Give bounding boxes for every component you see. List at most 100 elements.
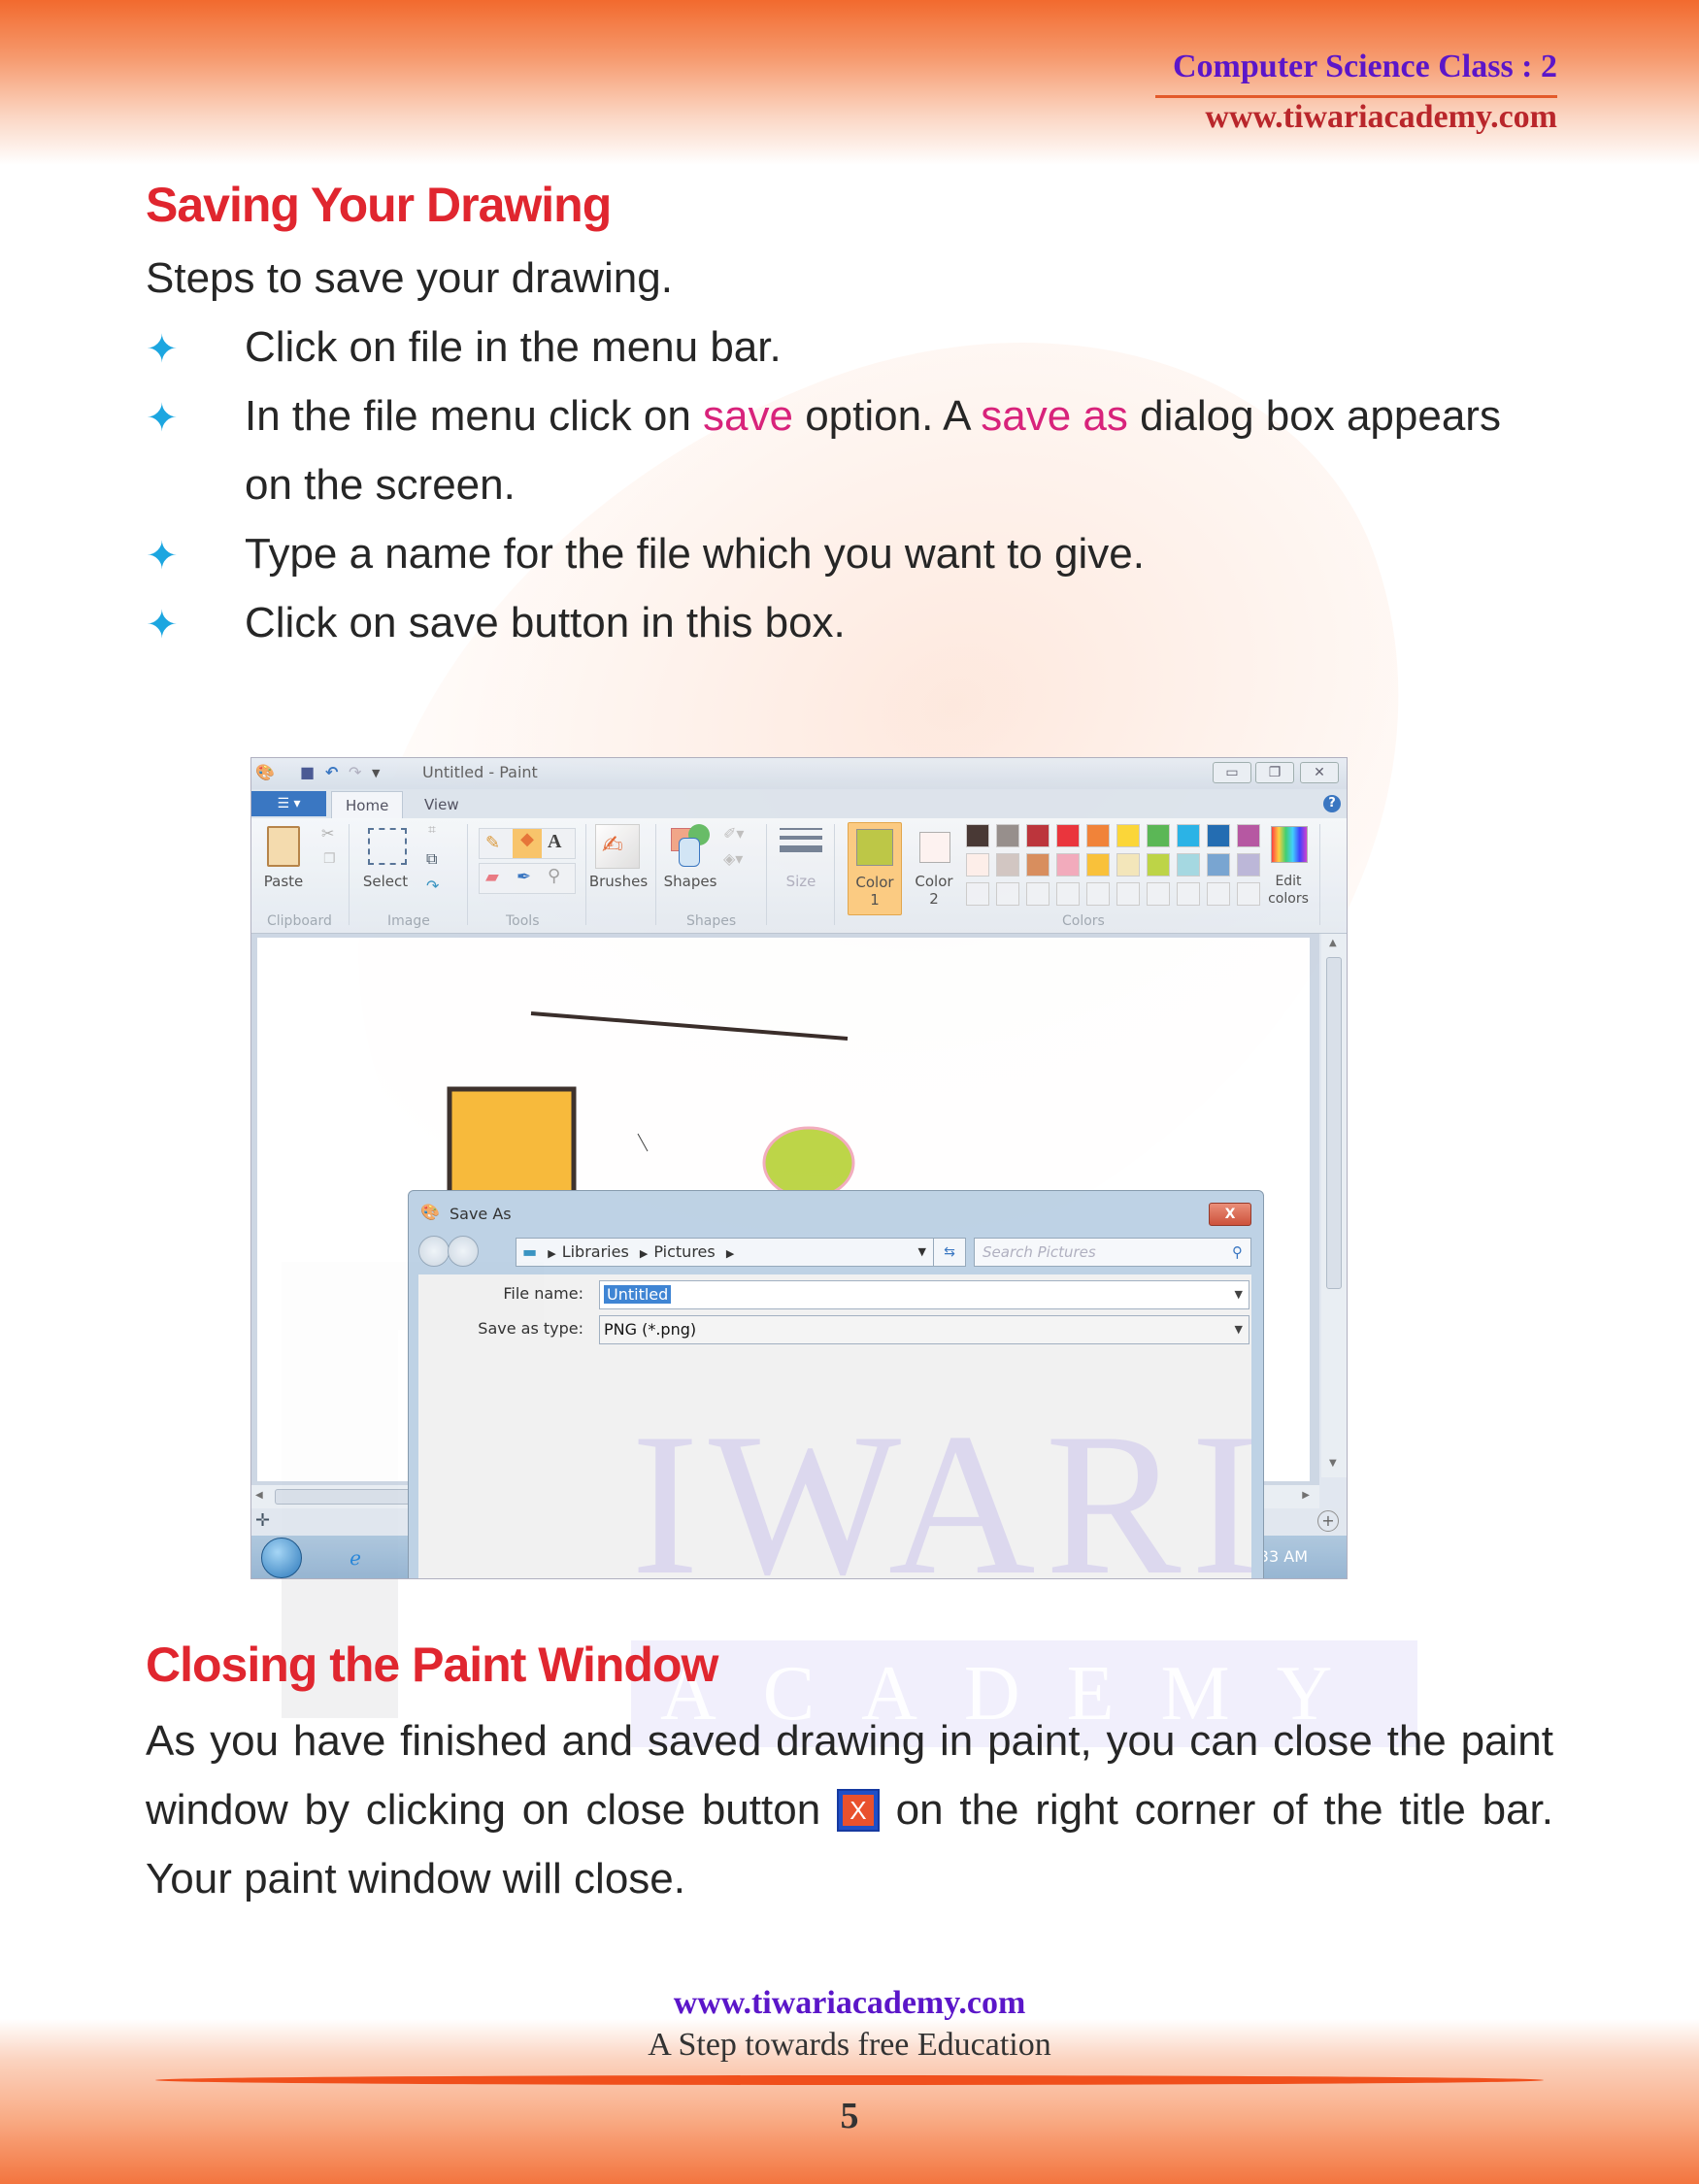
palette-swatch[interactable] [1147, 824, 1170, 847]
save-type-select[interactable]: PNG (*.png) ▼ [599, 1315, 1249, 1344]
brushes-icon[interactable]: ✍ [595, 824, 640, 869]
palette-swatch[interactable] [1207, 853, 1230, 877]
color2-button[interactable]: Color 2 [908, 822, 960, 913]
address-bar[interactable]: ▬ ▶ Libraries ▶ Pictures ▶ ▼ [516, 1238, 935, 1267]
refresh-icon[interactable]: ⇆ [933, 1238, 966, 1267]
back-button[interactable] [418, 1236, 450, 1267]
section-heading-closing: Closing the Paint Window [146, 1638, 718, 1692]
size-button[interactable]: Size [776, 873, 826, 890]
scroll-right-icon[interactable]: ▶ [1302, 1490, 1310, 1501]
search-input[interactable]: Search Pictures ⚲ [974, 1238, 1251, 1267]
footer-site[interactable]: www.tiwariacademy.com [0, 1985, 1699, 2022]
palette-swatch[interactable] [1177, 824, 1200, 847]
magnifier-icon[interactable]: ⚲ [548, 866, 560, 886]
brushes-button[interactable]: Brushes [585, 873, 651, 890]
cut-icon[interactable]: ✂ [321, 824, 334, 843]
edit-colors-button[interactable]: Edit colors [1261, 873, 1316, 908]
start-button[interactable] [261, 1538, 302, 1578]
palette-swatch-empty[interactable] [1086, 882, 1110, 906]
palette-swatch-empty[interactable] [1026, 882, 1049, 906]
palette-swatch-empty[interactable] [1056, 882, 1080, 906]
fill-shape-icon[interactable]: ◈▾ [723, 849, 743, 868]
address-dropdown-icon[interactable]: ▼ [918, 1239, 926, 1266]
palette-swatch[interactable] [1207, 824, 1230, 847]
palette-swatch-empty[interactable] [1177, 882, 1200, 906]
header-site[interactable]: www.tiwariacademy.com [1205, 99, 1557, 136]
save-icon[interactable]: ■ [300, 763, 315, 782]
palette-swatch[interactable] [966, 853, 989, 877]
palette-swatch[interactable] [1237, 824, 1260, 847]
palette-swatch[interactable] [1177, 853, 1200, 877]
color1-button[interactable]: Color 1 [848, 822, 902, 915]
select-button[interactable]: Select [358, 873, 413, 890]
pencil-icon[interactable]: ✎ [485, 833, 500, 853]
zoom-in-icon[interactable]: + [1317, 1510, 1339, 1532]
internet-explorer-icon[interactable]: ℯ [329, 1541, 382, 1574]
scroll-up-icon[interactable]: ▲ [1329, 938, 1337, 948]
size-icon[interactable] [780, 828, 822, 852]
palette-swatch[interactable] [1086, 853, 1110, 877]
palette-swatch[interactable] [1026, 853, 1049, 877]
palette-swatch[interactable] [1056, 853, 1080, 877]
file-menu-button[interactable]: ☰ ▾ [251, 791, 326, 816]
copy-icon[interactable]: ❐ [323, 851, 336, 867]
file-name-input[interactable]: Untitled ▼ [599, 1280, 1249, 1309]
palette-swatch-empty[interactable] [1116, 882, 1140, 906]
eraser-icon[interactable]: ▰ [485, 867, 499, 887]
palette-swatch-empty[interactable] [1207, 882, 1230, 906]
libraries-icon: ▬ [522, 1242, 538, 1261]
redo-icon[interactable]: ↷ [349, 763, 361, 782]
scroll-down-icon[interactable]: ▼ [1329, 1458, 1337, 1469]
select-icon[interactable] [368, 828, 407, 865]
palette-swatch[interactable] [1147, 853, 1170, 877]
breadcrumb-libraries[interactable]: Libraries [562, 1242, 629, 1261]
window-title: Untitled - Paint [422, 763, 538, 781]
color-picker-icon[interactable]: ✒ [516, 867, 531, 887]
palette-swatch[interactable] [996, 853, 1019, 877]
forward-button[interactable] [448, 1236, 479, 1267]
color1-label-num: 1 [870, 891, 880, 909]
vertical-scroll-thumb[interactable] [1326, 957, 1342, 1289]
close-button[interactable]: ✕ [1300, 762, 1339, 783]
save-type-dropdown-icon[interactable]: ▼ [1235, 1316, 1243, 1343]
help-icon[interactable]: ? [1323, 795, 1341, 812]
dialog-close-button[interactable]: X [1209, 1203, 1251, 1226]
rotate-icon[interactable]: ↷ [426, 877, 439, 895]
vertical-scrollbar[interactable]: ▲ ▼ [1321, 934, 1347, 1477]
horizontal-scroll-thumb[interactable] [275, 1489, 413, 1505]
palette-swatch-empty[interactable] [996, 882, 1019, 906]
palette-swatch[interactable] [1056, 824, 1080, 847]
fill-icon[interactable]: ◆ [513, 829, 542, 858]
scroll-left-icon[interactable]: ◀ [255, 1490, 263, 1501]
palette-swatch[interactable] [996, 824, 1019, 847]
outline-icon[interactable]: ✐▾ [723, 824, 744, 843]
customize-dropdown-icon[interactable]: ▼ [372, 767, 380, 786]
tab-view[interactable]: View [411, 791, 473, 818]
edit-colors-icon[interactable] [1271, 826, 1308, 863]
breadcrumb-pictures[interactable]: Pictures [653, 1242, 715, 1261]
paste-icon[interactable] [267, 826, 300, 867]
shapes-icon[interactable] [671, 824, 710, 867]
shapes-button[interactable]: Shapes [661, 873, 719, 890]
palette-swatch-empty[interactable] [1237, 882, 1260, 906]
palette-swatch[interactable] [966, 824, 989, 847]
palette-swatch[interactable] [1116, 824, 1140, 847]
palette-swatch[interactable] [1086, 824, 1110, 847]
palette-swatch[interactable] [1026, 824, 1049, 847]
palette-swatch-empty[interactable] [1147, 882, 1170, 906]
palette-swatch[interactable] [1237, 853, 1260, 877]
search-icon[interactable]: ⚲ [1232, 1239, 1243, 1266]
color1-swatch [856, 829, 893, 866]
palette-swatch[interactable] [1116, 853, 1140, 877]
crop-icon[interactable]: ⌗ [428, 822, 436, 838]
text-icon[interactable]: A [548, 831, 561, 853]
search-placeholder: Search Pictures [983, 1243, 1096, 1261]
paste-button[interactable]: Paste [261, 873, 306, 890]
restore-button[interactable]: ❐ [1255, 762, 1294, 783]
tab-home[interactable]: Home [331, 791, 404, 819]
resize-icon[interactable]: ⧉ [426, 849, 437, 869]
minimize-button[interactable]: ▭ [1213, 762, 1251, 783]
palette-swatch-empty[interactable] [966, 882, 989, 906]
undo-icon[interactable]: ↶ [325, 763, 338, 782]
file-name-dropdown-icon[interactable]: ▼ [1235, 1281, 1243, 1308]
